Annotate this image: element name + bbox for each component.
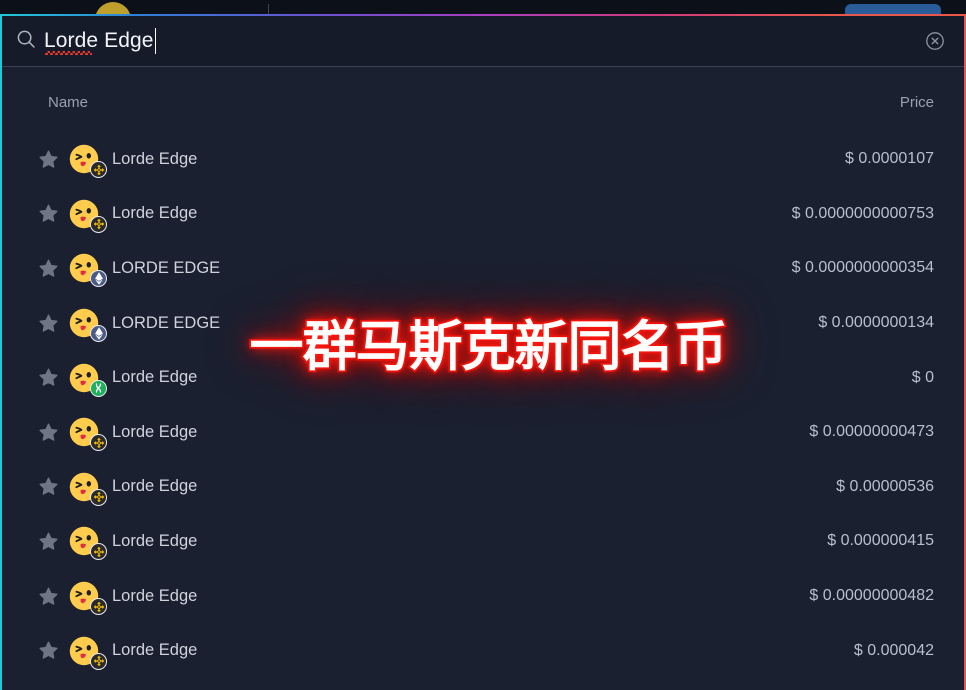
token-name: Lorde Edge bbox=[112, 422, 198, 441]
binance-chain-icon bbox=[93, 546, 104, 558]
token-name: Lorde Edge bbox=[112, 204, 198, 223]
heco-chain-icon bbox=[95, 383, 101, 393]
star-icon[interactable] bbox=[38, 422, 59, 443]
token-name: Lorde Edge bbox=[112, 149, 198, 168]
token-logo bbox=[68, 416, 107, 452]
table-row[interactable]: Lorde Edge $ 0.00000000473 bbox=[2, 405, 964, 460]
table-row[interactable]: LORDE EDGE $ 0.0000000134 bbox=[2, 296, 964, 351]
search-divider bbox=[2, 66, 964, 67]
token-price: $ 0.000000415 bbox=[827, 532, 934, 550]
results-table-header: Name Price bbox=[2, 84, 964, 120]
token-price: $ 0 bbox=[911, 368, 934, 386]
star-icon[interactable] bbox=[38, 640, 59, 661]
table-row[interactable]: Lorde Edge $ 0.000000415 bbox=[2, 514, 964, 569]
token-price: $ 0.00000000482 bbox=[809, 587, 934, 605]
token-name: Lorde Edge bbox=[112, 641, 198, 660]
binance-chain-icon bbox=[93, 437, 104, 449]
token-logo bbox=[68, 635, 107, 670]
star-icon[interactable] bbox=[38, 149, 59, 170]
token-name: Lorde Edge bbox=[112, 531, 198, 550]
chain-badge bbox=[90, 543, 107, 561]
chain-badge bbox=[90, 488, 107, 506]
table-row[interactable]: Lorde Edge $ 0.00000536 bbox=[2, 460, 964, 515]
binance-chain-icon bbox=[93, 219, 104, 230]
column-header-name: Name bbox=[48, 93, 89, 111]
token-logo bbox=[68, 198, 107, 233]
table-row[interactable]: Lorde Edge $ 0.000042 bbox=[2, 623, 964, 678]
text-caret bbox=[154, 28, 157, 54]
token-price: $ 0.0000000000354 bbox=[791, 259, 934, 277]
chain-badge bbox=[90, 379, 107, 397]
star-icon[interactable] bbox=[38, 367, 59, 388]
token-logo bbox=[68, 143, 107, 179]
token-logo bbox=[68, 471, 107, 506]
clear-search-button[interactable] bbox=[924, 30, 946, 52]
token-price: $ 0.000042 bbox=[853, 641, 934, 659]
search-input[interactable]: Lorde Edge bbox=[44, 24, 924, 58]
chain-badge bbox=[90, 598, 107, 616]
results-list: Lorde Edge $ 0.0000107 Lorde Edge $ 0.00000… bbox=[2, 132, 964, 678]
token-name: LORDE EDGE bbox=[112, 258, 221, 277]
star-icon[interactable] bbox=[38, 476, 59, 497]
token-logo bbox=[68, 307, 107, 343]
table-row[interactable]: Lorde Edge $ 0.00000000482 bbox=[2, 569, 964, 624]
ethereum-chain-icon bbox=[94, 272, 103, 286]
token-logo bbox=[68, 252, 107, 288]
table-row[interactable]: LORDE EDGE $ 0.0000000000354 bbox=[2, 241, 964, 296]
star-icon[interactable] bbox=[38, 313, 59, 334]
column-header-price: Price bbox=[899, 93, 934, 111]
table-row[interactable]: Lorde Edge $ 0.0000107 bbox=[2, 132, 964, 187]
token-name: Lorde Edge bbox=[112, 368, 198, 387]
star-icon[interactable] bbox=[38, 531, 59, 552]
token-price: $ 0.00000000473 bbox=[809, 423, 934, 441]
spellcheck-underline bbox=[45, 51, 92, 55]
token-logo bbox=[68, 580, 107, 616]
chain-badge bbox=[90, 434, 107, 452]
star-icon[interactable] bbox=[38, 586, 59, 607]
token-name: Lorde Edge bbox=[112, 477, 198, 496]
binance-chain-icon bbox=[93, 601, 104, 612]
star-icon[interactable] bbox=[38, 258, 59, 279]
chain-badge bbox=[90, 161, 107, 179]
token-name: Lorde Edge bbox=[112, 586, 198, 605]
search-overlay-panel: Lorde Edge Name Price Lorde Edge $ 0.0000… bbox=[0, 14, 966, 690]
token-logo bbox=[68, 525, 107, 561]
table-row[interactable]: Lorde Edge $ 0 bbox=[2, 350, 964, 405]
chain-badge bbox=[90, 325, 107, 343]
star-icon[interactable] bbox=[38, 203, 59, 224]
binance-chain-icon bbox=[93, 655, 104, 667]
search-icon bbox=[16, 29, 36, 54]
table-row[interactable]: Lorde Edge $ 0.0000000000753 bbox=[2, 187, 964, 242]
token-price: $ 0.0000000134 bbox=[818, 314, 934, 332]
token-price: $ 0.0000000000753 bbox=[791, 204, 934, 222]
search-bar[interactable]: Lorde Edge bbox=[2, 16, 964, 66]
binance-chain-icon bbox=[93, 164, 104, 176]
ethereum-chain-icon bbox=[94, 327, 103, 340]
token-price: $ 0.00000536 bbox=[836, 477, 934, 495]
token-logo bbox=[68, 362, 107, 397]
chain-badge bbox=[90, 652, 107, 670]
chain-badge bbox=[90, 215, 107, 233]
token-price: $ 0.0000107 bbox=[845, 150, 934, 168]
binance-chain-icon bbox=[93, 492, 104, 503]
token-name: LORDE EDGE bbox=[112, 313, 221, 332]
chain-badge bbox=[90, 270, 107, 288]
